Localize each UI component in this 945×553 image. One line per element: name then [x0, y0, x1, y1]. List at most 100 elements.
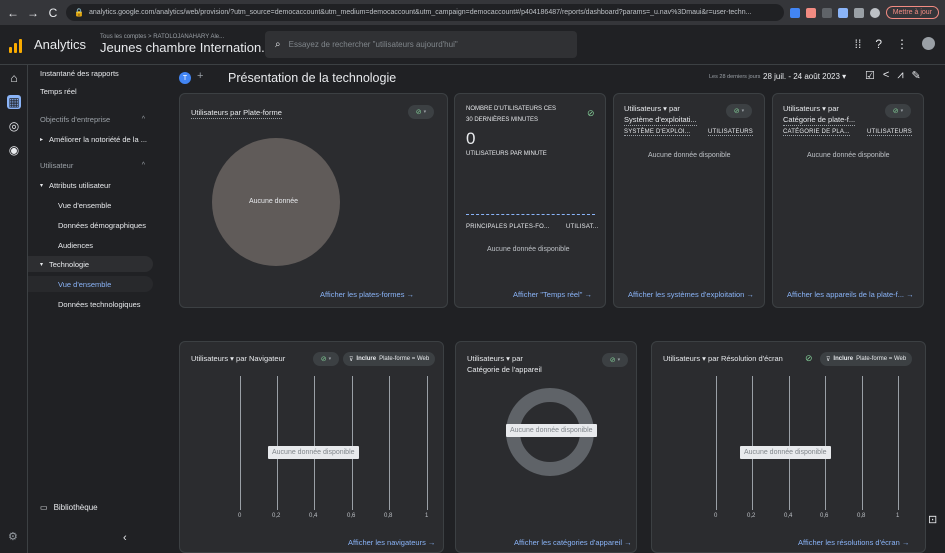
check-circle-icon[interactable]: ⊘ — [805, 353, 813, 364]
no-data-label: Aucune donnée disponible — [740, 446, 831, 459]
grid-line — [352, 376, 353, 510]
filter-chip[interactable]: ⊽ Inclure Plate-forme = Web — [343, 352, 436, 366]
sidebar-item-tech-overview[interactable]: Vue d'ensemble — [28, 276, 153, 292]
grid-line — [314, 376, 315, 510]
sidebar-item-snapshot[interactable]: Instantané des rapports — [28, 65, 153, 81]
check-circle-icon: ⊘ — [415, 109, 422, 116]
edit-pencil-icon[interactable]: ✎ — [912, 69, 921, 82]
reports-icon[interactable]: ▦ — [7, 95, 21, 109]
check-circle-icon: ⊘ — [320, 356, 327, 363]
add-comparison-icon[interactable]: + — [197, 70, 203, 82]
explore-icon[interactable]: ◎ — [7, 119, 21, 133]
view-platform-devices-link[interactable]: Afficher les appareils de la plate-f... … — [787, 290, 914, 299]
search-icon: ⌕ — [275, 39, 281, 50]
column-header: UTILISATEURS — [708, 129, 753, 136]
grid-line — [789, 376, 790, 510]
axis-tick: 0,6 — [820, 513, 829, 519]
sidebar-item-tech-details[interactable]: Données technologiques — [28, 296, 153, 312]
check-circle-icon: ⊘ — [733, 108, 740, 115]
comparison-avatar[interactable]: T — [179, 72, 191, 84]
compare-toggle[interactable]: ⊘ ▾ — [885, 104, 911, 118]
extension-icon[interactable] — [805, 7, 816, 18]
customize-report-icon[interactable]: ☑ — [865, 69, 875, 82]
chevron-down-icon: ▾ — [40, 261, 44, 268]
library-link[interactable]: ▭ Bibliothèque — [40, 503, 98, 512]
check-circle-icon[interactable]: ⊘ — [587, 108, 595, 119]
grid-line — [389, 376, 390, 510]
compare-toggle[interactable]: ⊘ ▾ — [313, 352, 339, 366]
sidebar-item-demographics[interactable]: Données démographiques — [28, 217, 153, 233]
account-selector[interactable]: Tous les comptes > RATOLOJANAHARY Ale...… — [100, 34, 280, 55]
search-placeholder: Essayez de rechercher "utilisateurs aujo… — [288, 40, 458, 49]
apps-icon[interactable]: ⁞⁞ — [855, 37, 862, 51]
no-data-label: Aucune donnée disponible — [648, 152, 731, 159]
reports-sidebar: Instantané des rapports Temps réel Objec… — [28, 65, 161, 553]
more-icon[interactable]: ⋮ — [896, 37, 908, 51]
home-icon[interactable]: ⌂ — [7, 71, 21, 85]
extension-icon[interactable] — [853, 7, 864, 18]
sidebar-item-technology[interactable]: ▾ Technologie — [28, 256, 153, 272]
card-title-line2: Catégorie de l'appareil — [467, 365, 542, 374]
sidebar-item-awareness[interactable]: ▸ Améliorer la notoriété de la ... — [28, 131, 153, 147]
grid-line — [752, 376, 753, 510]
extension-icon[interactable] — [789, 7, 800, 18]
date-range-selector[interactable]: 28 juil. - 24 août 2023 ▾ — [763, 72, 846, 81]
chevron-up-icon: ^ — [141, 115, 145, 123]
sidebar-section-user[interactable]: Utilisateur ^ — [28, 157, 153, 173]
insights-icon[interactable]: ⩘ — [897, 69, 903, 82]
sidebar-item-user-attributes[interactable]: ▾ Attributs utilisateur — [28, 177, 153, 193]
chevron-down-icon: ▾ — [40, 182, 44, 189]
check-circle-icon: ⊘ — [892, 108, 899, 115]
no-data-label: Aucune donnée disponible — [506, 424, 597, 437]
help-icon[interactable]: ? — [875, 37, 882, 51]
compare-toggle[interactable]: ⊘ ▾ — [602, 353, 628, 367]
column-header: SYSTÈME D'EXPLOI... — [624, 129, 691, 136]
collapse-chevron-icon[interactable]: ‹ — [123, 532, 127, 544]
view-platforms-link[interactable]: Afficher les plates-formes → — [320, 290, 414, 299]
axis-tick: 0,4 — [784, 513, 793, 519]
forward-icon[interactable]: → — [26, 6, 40, 20]
analytics-logo-icon[interactable] — [0, 25, 30, 65]
sidebar-section-objectives[interactable]: Objectifs d'entreprise ^ — [28, 111, 153, 127]
per-minute-sparkline — [466, 214, 595, 215]
card-title-line1: Utilisateurs ▾ par — [467, 354, 523, 363]
view-resolutions-link[interactable]: Afficher les résolutions d'écran → — [798, 538, 909, 547]
view-realtime-link[interactable]: Afficher "Temps réel" → — [513, 290, 592, 299]
axis-tick: 1 — [896, 513, 900, 519]
view-os-link[interactable]: Afficher les systèmes d'exploitation → — [628, 290, 754, 299]
profile-icon[interactable] — [869, 7, 880, 18]
advertising-icon[interactable]: ◉ — [7, 143, 21, 157]
main-content: T + Présentation de la technologie Les 2… — [161, 65, 945, 553]
realtime-title-line2: 30 DERNIÈRES MINUTES — [466, 117, 539, 123]
search-input[interactable]: ⌕ Essayez de rechercher "utilisateurs au… — [265, 31, 577, 58]
app-title: Analytics — [34, 37, 87, 52]
chevron-up-icon: ^ — [141, 161, 145, 169]
account-avatar-icon[interactable] — [922, 37, 935, 50]
view-browsers-link[interactable]: Afficher les navigateurs → — [348, 538, 435, 547]
reload-icon[interactable]: C — [46, 6, 60, 20]
compare-toggle[interactable]: ⊘ ▾ — [408, 105, 434, 119]
update-button[interactable]: Mettre à jour — [885, 6, 939, 19]
sidebar-item-overview[interactable]: Vue d'ensemble — [28, 197, 153, 213]
chevron-right-icon: ▸ — [40, 136, 44, 143]
browser-toolbar: ← → C 🔒 analytics.google.com/analytics/w… — [0, 0, 945, 25]
back-icon[interactable]: ← — [6, 6, 20, 20]
url-text: analytics.google.com/analytics/web/provi… — [88, 9, 752, 16]
view-device-categories-link[interactable]: Afficher les catégories d'appareil → — [514, 538, 632, 547]
axis-tick: 0,8 — [384, 513, 393, 519]
extension-icon[interactable] — [821, 7, 832, 18]
folder-icon: ▭ — [40, 503, 48, 512]
share-icon[interactable]: < — [883, 69, 889, 82]
check-circle-icon: ⊘ — [609, 357, 616, 364]
compare-toggle[interactable]: ⊘ ▾ — [726, 104, 752, 118]
address-bar[interactable]: 🔒 analytics.google.com/analytics/web/pro… — [66, 4, 784, 21]
filter-chip[interactable]: ⊽ Inclure Plate-forme = Web — [820, 352, 913, 366]
sidebar-item-realtime[interactable]: Temps réel — [28, 83, 153, 99]
sidebar-item-audiences[interactable]: Audiences — [28, 237, 153, 253]
extension-icon[interactable] — [837, 7, 848, 18]
realtime-user-count: 0 — [466, 129, 476, 148]
grid-line — [277, 376, 278, 510]
column-header: UTILISATEURS — [867, 129, 912, 136]
feedback-icon[interactable]: ⊡ — [928, 513, 937, 526]
settings-gear-icon[interactable]: ⚙ — [8, 530, 18, 543]
